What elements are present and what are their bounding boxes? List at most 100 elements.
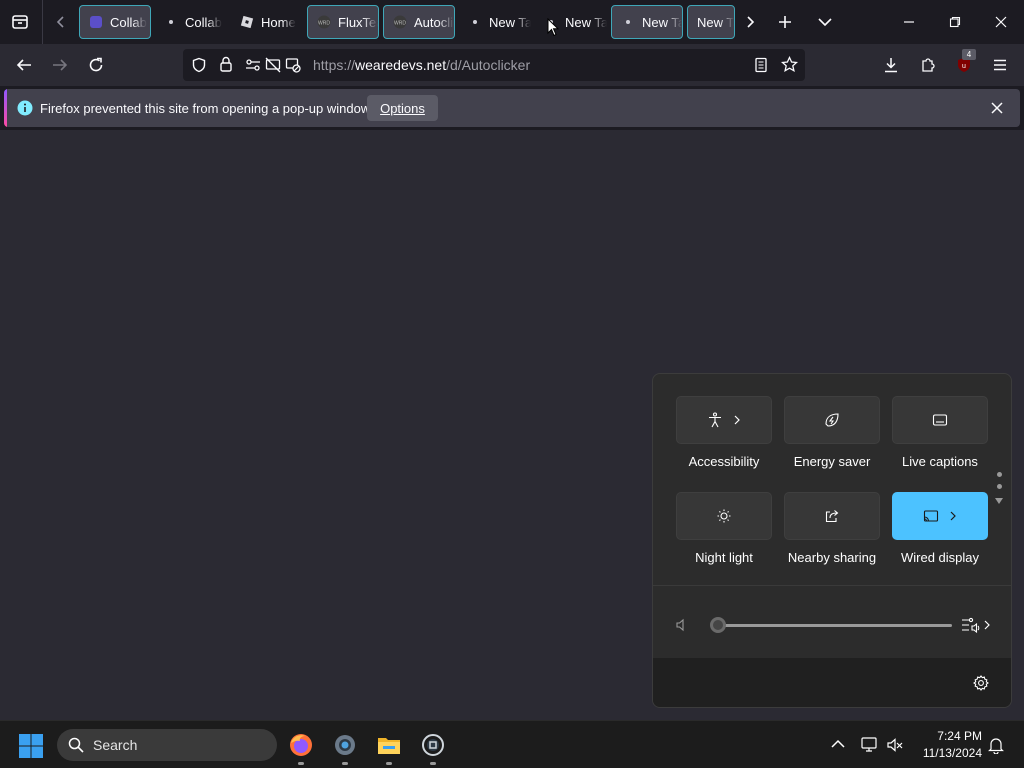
- list-all-tabs-button[interactable]: [811, 8, 839, 36]
- wrd-icon: WRD: [316, 14, 332, 30]
- tab-label: New Tab: [489, 14, 531, 30]
- tab-collab-2[interactable]: Collab: [155, 5, 227, 39]
- clock-time[interactable]: 7:24 PM: [910, 729, 982, 743]
- volume-slider-track[interactable]: [716, 624, 952, 627]
- url-bar[interactable]: https://wearedevs.net/d/Autoclicker: [183, 49, 805, 81]
- new-tab-button[interactable]: [771, 8, 799, 36]
- screen-sharing-blocked-icon[interactable]: [265, 57, 281, 73]
- hamburger-menu-icon: [994, 59, 1006, 71]
- bookmark-star-icon[interactable]: [781, 56, 798, 73]
- tab-home[interactable]: Home: [231, 5, 303, 39]
- volume-muted-icon[interactable]: [886, 737, 904, 753]
- wired-display-label: Wired display: [900, 550, 980, 565]
- tab-new-2[interactable]: New Tab: [535, 5, 607, 39]
- reader-view-icon[interactable]: [753, 57, 769, 73]
- chevron-right-icon[interactable]: [983, 620, 991, 630]
- energy-saver-label: Energy saver: [793, 454, 871, 469]
- speaker-muted-icon[interactable]: [675, 618, 689, 632]
- tab-autoclicker[interactable]: WRD Autoclicker: [383, 5, 455, 39]
- permissions-icon[interactable]: [245, 57, 261, 73]
- tab-new-1[interactable]: New Tab: [459, 5, 531, 39]
- chevron-right-icon: [734, 415, 740, 425]
- wired-display-tile[interactable]: [892, 492, 988, 540]
- url-text[interactable]: https://wearedevs.net/d/Autoclicker: [313, 57, 530, 73]
- mouse-cursor-icon: [547, 18, 559, 37]
- tab-new-4[interactable]: New Tab: [687, 5, 735, 39]
- tab-strip: Collab Collab Home WRD FluxTeam WRD Auto…: [0, 0, 1024, 44]
- navigation-toolbar: https://wearedevs.net/d/Autoclicker u 4: [0, 44, 1024, 86]
- page-dot[interactable]: [997, 472, 1002, 477]
- tab-fluxteam[interactable]: WRD FluxTeam: [307, 5, 379, 39]
- tab-label: Home: [261, 14, 296, 30]
- nearby-sharing-label: Nearby sharing: [787, 550, 877, 565]
- popup-blocked-icon[interactable]: [285, 57, 301, 73]
- svg-text:u: u: [962, 63, 966, 70]
- running-indicator: [298, 762, 304, 765]
- night-light-tile[interactable]: [676, 492, 772, 540]
- live-captions-tile[interactable]: [892, 396, 988, 444]
- firefox-view-button[interactable]: [6, 8, 34, 36]
- page-dot[interactable]: [997, 484, 1002, 489]
- nearby-sharing-tile[interactable]: [784, 492, 880, 540]
- tab-label: Autoclicker: [414, 14, 454, 30]
- energy-saver-tile[interactable]: [784, 396, 880, 444]
- info-icon: [17, 100, 33, 116]
- scroll-tabs-left-button[interactable]: [47, 8, 75, 36]
- wrd-icon: WRD: [392, 14, 408, 30]
- tab-strip-divider: [42, 0, 43, 44]
- reload-button[interactable]: [82, 51, 110, 79]
- taskbar-search-box[interactable]: Search: [57, 729, 277, 761]
- caret-down-icon[interactable]: [994, 497, 1004, 505]
- minimize-button[interactable]: [895, 8, 923, 36]
- tracking-protection-icon[interactable]: [191, 57, 207, 73]
- settings-gear-icon[interactable]: [973, 675, 989, 691]
- show-hidden-icons-chevron-icon[interactable]: [831, 739, 845, 749]
- extension-badge: 4: [962, 49, 976, 60]
- accessibility-icon: [709, 412, 721, 428]
- start-button[interactable]: [18, 733, 44, 759]
- taskbar-firefox[interactable]: [285, 729, 317, 765]
- app-menu-button[interactable]: [986, 51, 1014, 79]
- taskbar-file-explorer[interactable]: [373, 729, 405, 765]
- clock-date[interactable]: 11/13/2024: [910, 746, 982, 760]
- back-button[interactable]: [10, 51, 38, 79]
- lock-icon[interactable]: [219, 56, 233, 73]
- taskbar-settings[interactable]: [329, 729, 361, 765]
- ublock-origin-button[interactable]: u 4: [950, 49, 978, 79]
- search-label: Search: [93, 737, 138, 753]
- restore-button[interactable]: [941, 8, 969, 36]
- extensions-button[interactable]: [914, 51, 942, 79]
- forward-button[interactable]: [46, 51, 74, 79]
- tab-label: FluxTeam: [338, 14, 378, 30]
- close-window-button[interactable]: [987, 8, 1015, 36]
- chevron-left-icon: [56, 16, 64, 28]
- windows-logo-icon: [19, 734, 43, 758]
- scroll-tabs-right-button[interactable]: [736, 8, 764, 36]
- tab-new-3[interactable]: New Tab: [611, 5, 683, 39]
- notification-message: Firefox prevented this site from opening…: [40, 101, 374, 116]
- accessibility-label: Accessibility: [688, 454, 760, 469]
- live-captions-icon: [932, 414, 948, 426]
- downloads-button[interactable]: [877, 51, 905, 79]
- taskbar-app[interactable]: [417, 729, 449, 765]
- running-indicator: [342, 762, 348, 765]
- volume-slider-thumb[interactable]: [710, 617, 726, 633]
- chevron-right-icon: [747, 16, 755, 28]
- notification-close-button[interactable]: [986, 97, 1008, 119]
- arrow-right-icon: [53, 59, 68, 71]
- search-icon: [68, 737, 84, 753]
- audio-output-icon[interactable]: [961, 616, 981, 634]
- accessibility-tile[interactable]: [676, 396, 772, 444]
- quick-settings-panel: Accessibility Energy saver Live captions…: [652, 373, 1012, 708]
- nearby-sharing-icon: [825, 510, 839, 523]
- tab-label: Collab: [185, 14, 222, 30]
- popup-blocked-notification: Firefox prevented this site from opening…: [4, 89, 1020, 127]
- close-icon: [991, 102, 1003, 114]
- svg-text:WRD: WRD: [318, 21, 330, 27]
- tab-collab-1[interactable]: Collab: [79, 5, 151, 39]
- arrow-left-icon: [16, 59, 31, 71]
- wired-display-icon: [923, 510, 939, 522]
- network-icon[interactable]: [861, 737, 879, 753]
- notification-bell-icon[interactable]: [988, 736, 1004, 754]
- notification-options-button[interactable]: Options: [367, 95, 438, 121]
